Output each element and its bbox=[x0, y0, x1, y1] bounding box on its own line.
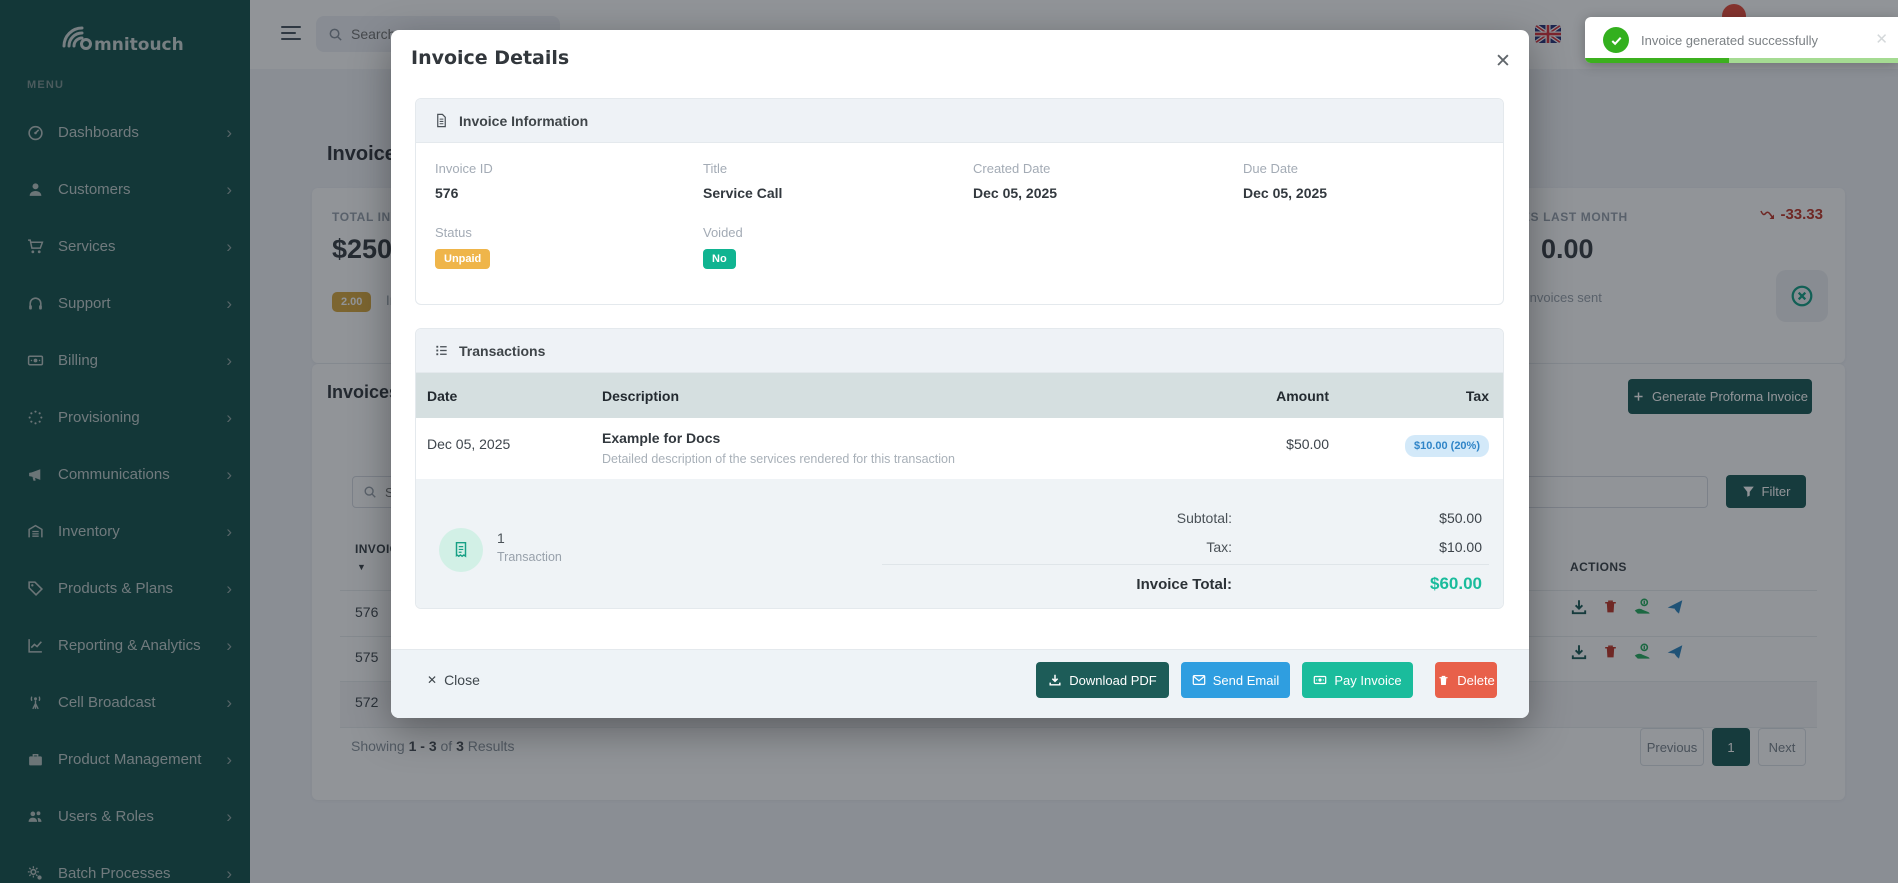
tax-value: $10.00 bbox=[1439, 539, 1482, 555]
success-check-icon bbox=[1603, 27, 1629, 53]
close-button[interactable]: ✕ Close bbox=[427, 672, 480, 688]
mail-icon bbox=[1192, 673, 1206, 687]
column-header-date: Date bbox=[427, 388, 457, 404]
status-badge: Unpaid bbox=[435, 249, 490, 269]
column-header-tax: Tax bbox=[1466, 388, 1489, 404]
transaction-description-detail: Detailed description of the services ren… bbox=[602, 452, 955, 466]
invoice-total-label: Invoice Total: bbox=[1136, 576, 1232, 593]
transaction-count-label: Transaction bbox=[497, 550, 562, 564]
modal-title: Invoice Details bbox=[411, 47, 569, 69]
summary-divider bbox=[882, 564, 1489, 565]
field-status: Status Unpaid bbox=[435, 225, 490, 269]
x-icon: ✕ bbox=[427, 673, 437, 687]
transactions-section: Transactions Date Description Amount Tax… bbox=[415, 328, 1504, 609]
toast-progress-fill bbox=[1585, 58, 1729, 63]
file-icon bbox=[434, 113, 449, 128]
download-pdf-button[interactable]: Download PDF bbox=[1036, 662, 1169, 698]
transactions-header: Transactions bbox=[416, 329, 1503, 373]
transaction-description: Example for Docs bbox=[602, 430, 720, 446]
download-icon bbox=[1048, 673, 1062, 687]
field-voided: Voided No bbox=[703, 225, 743, 269]
toast-close-icon[interactable]: ✕ bbox=[1875, 30, 1888, 48]
toast-message: Invoice generated successfully bbox=[1641, 33, 1818, 48]
close-icon[interactable]: ✕ bbox=[1491, 46, 1515, 77]
transaction-count: 1 bbox=[497, 530, 505, 546]
field-created-date: Created Date Dec 05, 2025 bbox=[973, 161, 1057, 201]
voided-badge: No bbox=[703, 249, 736, 269]
field-due-date: Due Date Dec 05, 2025 bbox=[1243, 161, 1327, 201]
subtotal-label: Subtotal: bbox=[1177, 510, 1232, 526]
receipt-icon bbox=[452, 541, 470, 559]
invoice-details-modal: Invoice Details ✕ Invoice Information In… bbox=[391, 30, 1529, 718]
money-icon bbox=[1313, 673, 1327, 687]
invoice-total-value: $60.00 bbox=[1430, 574, 1482, 594]
transactions-summary: 1 Transaction Subtotal: $50.00 Tax: $10.… bbox=[416, 479, 1503, 608]
transaction-tax-badge: $10.00 (20%) bbox=[1405, 435, 1489, 457]
delete-button[interactable]: Delete bbox=[1435, 662, 1497, 698]
transactions-table-header: Date Description Amount Tax bbox=[416, 373, 1503, 418]
modal-footer: ✕ Close Download PDF Send Email Pay Invo… bbox=[391, 649, 1529, 718]
invoice-information-header: Invoice Information bbox=[416, 99, 1503, 143]
column-header-amount: Amount bbox=[1276, 388, 1329, 404]
transaction-date: Dec 05, 2025 bbox=[427, 436, 510, 452]
trash-icon bbox=[1437, 674, 1450, 687]
tax-label: Tax: bbox=[1206, 539, 1232, 555]
subtotal-value: $50.00 bbox=[1439, 510, 1482, 526]
receipt-icon-circle bbox=[439, 528, 483, 572]
list-icon bbox=[434, 343, 449, 358]
field-title: Title Service Call bbox=[703, 161, 782, 201]
transaction-amount: $50.00 bbox=[1286, 436, 1329, 452]
invoice-information-section: Invoice Information Invoice ID 576 Title… bbox=[415, 98, 1504, 305]
pay-invoice-button[interactable]: Pay Invoice bbox=[1302, 662, 1413, 698]
column-header-description: Description bbox=[602, 388, 679, 404]
field-invoice-id: Invoice ID 576 bbox=[435, 161, 493, 201]
transaction-row: Dec 05, 2025 Example for Docs Detailed d… bbox=[416, 418, 1503, 479]
toast-notification: Invoice generated successfully ✕ bbox=[1585, 17, 1898, 63]
send-email-button[interactable]: Send Email bbox=[1181, 662, 1290, 698]
